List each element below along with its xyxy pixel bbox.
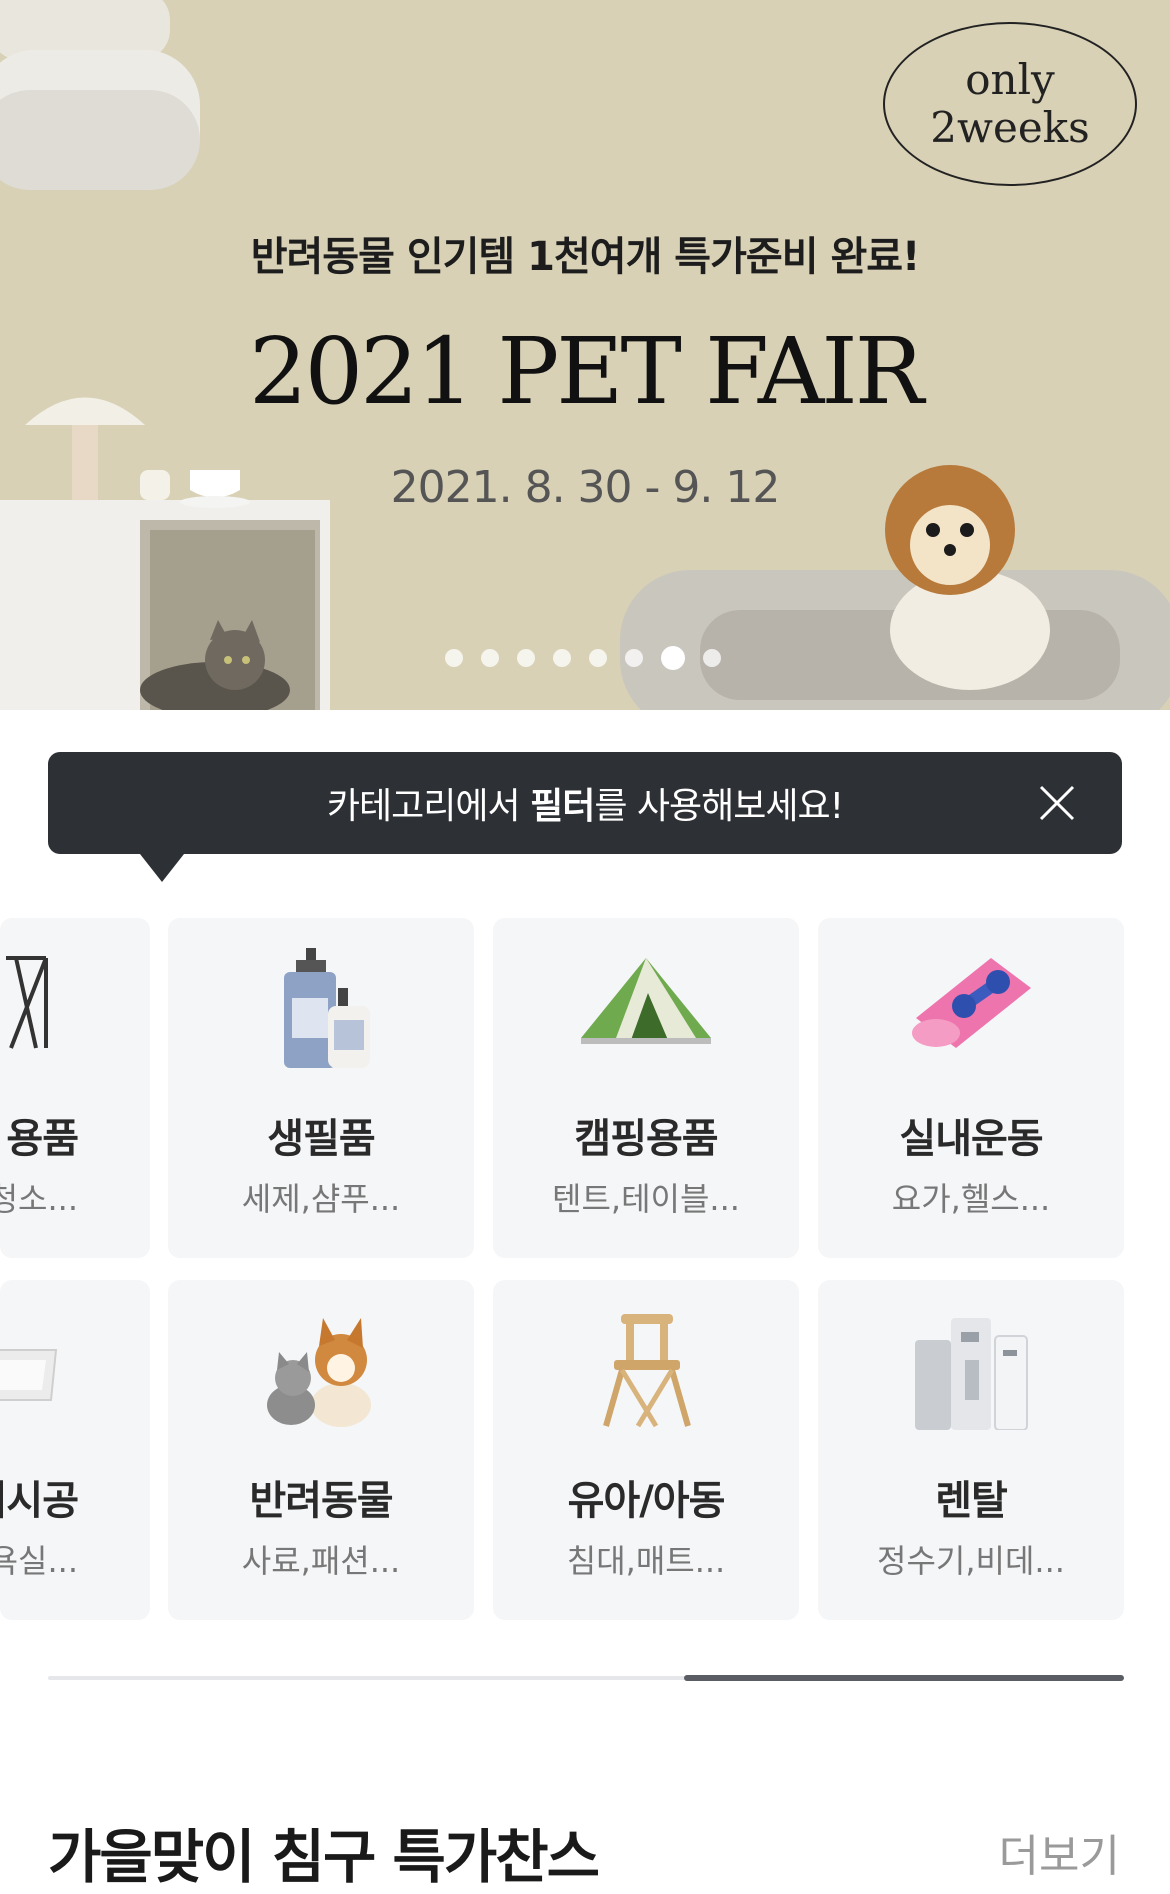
tooltip-pointer: [140, 854, 184, 882]
cat-illustration: [140, 620, 290, 710]
category-name: 용품: [6, 1116, 79, 1162]
category-subtitle: 세제,샴푸...: [241, 1180, 401, 1218]
promo-banner[interactable]: only 2weeks 반려동물 인기템 1천여개 특가준비 완료! 2021 …: [0, 0, 1170, 710]
category-name: 생필품: [267, 1116, 375, 1162]
filter-tooltip: 카테고리에서 필터를 사용해보세요!: [48, 752, 1122, 882]
dog-illustration: [885, 465, 1050, 690]
category-name: 렌탈: [935, 1478, 1008, 1524]
pagination-dot[interactable]: [481, 649, 499, 667]
carousel-pagination: [445, 646, 721, 670]
category-subtitle: 정수기,비데...: [877, 1542, 1065, 1580]
tooltip-text-bold: 필터: [530, 786, 595, 827]
tooltip-text: 카테고리에서 필터를 사용해보세요!: [326, 777, 844, 829]
category-card[interactable]: 생필품 세제,샴푸...: [168, 918, 474, 1258]
category-subtitle: 사료,패션...: [241, 1542, 401, 1580]
category-subtitle: 침대,매트...: [566, 1542, 726, 1580]
more-link[interactable]: 더보기: [999, 1820, 1120, 1884]
tooltip-text-before: 카테고리에서: [326, 786, 531, 827]
bathtub-icon: [0, 1310, 66, 1440]
category-card[interactable]: 실내운동 요가,헬스...: [818, 918, 1124, 1258]
pagination-dot[interactable]: [445, 649, 463, 667]
pagination-dot[interactable]: [703, 649, 721, 667]
puppy-kitten-icon: [168, 1310, 474, 1440]
pagination-dot[interactable]: [589, 649, 607, 667]
category-subtitle: 텐트,테이블...: [552, 1180, 740, 1218]
water-purifier-icon: [818, 1310, 1124, 1440]
category-name: 어시공: [0, 1478, 79, 1524]
category-card[interactable]: 어시공 욕실...: [0, 1280, 150, 1620]
pagination-dot[interactable]: [517, 649, 535, 667]
pagination-dot[interactable]: [553, 649, 571, 667]
category-card[interactable]: 캠핑용품 텐트,테이블...: [493, 918, 799, 1258]
category-card[interactable]: 렌탈 정수기,비데...: [818, 1280, 1124, 1620]
cup-illustration: [140, 470, 250, 508]
category-name: 캠핑용품: [574, 1116, 718, 1162]
pagination-dot[interactable]: [625, 649, 643, 667]
stool-illustration: [0, 0, 200, 190]
category-card[interactable]: 유아/아동 침대,매트...: [493, 1280, 799, 1620]
category-card[interactable]: 용품 청소...: [0, 918, 150, 1258]
close-icon[interactable]: [1038, 784, 1076, 822]
yoga-mat-dumbbell-icon: [818, 948, 1124, 1078]
category-name: 유아/아동: [567, 1478, 726, 1524]
category-subtitle: 요가,헬스...: [891, 1180, 1051, 1218]
high-chair-icon: [493, 1310, 799, 1440]
category-name: 실내운동: [899, 1116, 1043, 1162]
section-title: 가을맞이 침구 특가찬스: [48, 1823, 600, 1891]
category-subtitle: 욕실...: [0, 1542, 78, 1580]
badge-line1: only: [965, 55, 1055, 104]
drying-rack-icon: [6, 948, 66, 1078]
tooltip-text-after: 를 사용해보세요!: [594, 786, 844, 827]
category-subtitle: 청소...: [0, 1180, 78, 1218]
shampoo-bottles-icon: [168, 948, 474, 1078]
pagination-dot-active[interactable]: [661, 646, 685, 670]
badge-line2: 2weeks: [930, 103, 1090, 152]
category-card[interactable]: 반려동물 사료,패션...: [168, 1280, 474, 1620]
only-2weeks-badge: only 2weeks: [883, 22, 1137, 186]
tent-icon: [493, 948, 799, 1078]
scrollbar-thumb[interactable]: [684, 1675, 1124, 1681]
banner-title: 2021 PET FAIR: [249, 318, 924, 425]
category-name: 반려동물: [249, 1478, 393, 1524]
banner-headline: 반려동물 인기템 1천여개 특가준비 완료!: [250, 234, 921, 280]
category-scrollbar[interactable]: [48, 1675, 1124, 1681]
